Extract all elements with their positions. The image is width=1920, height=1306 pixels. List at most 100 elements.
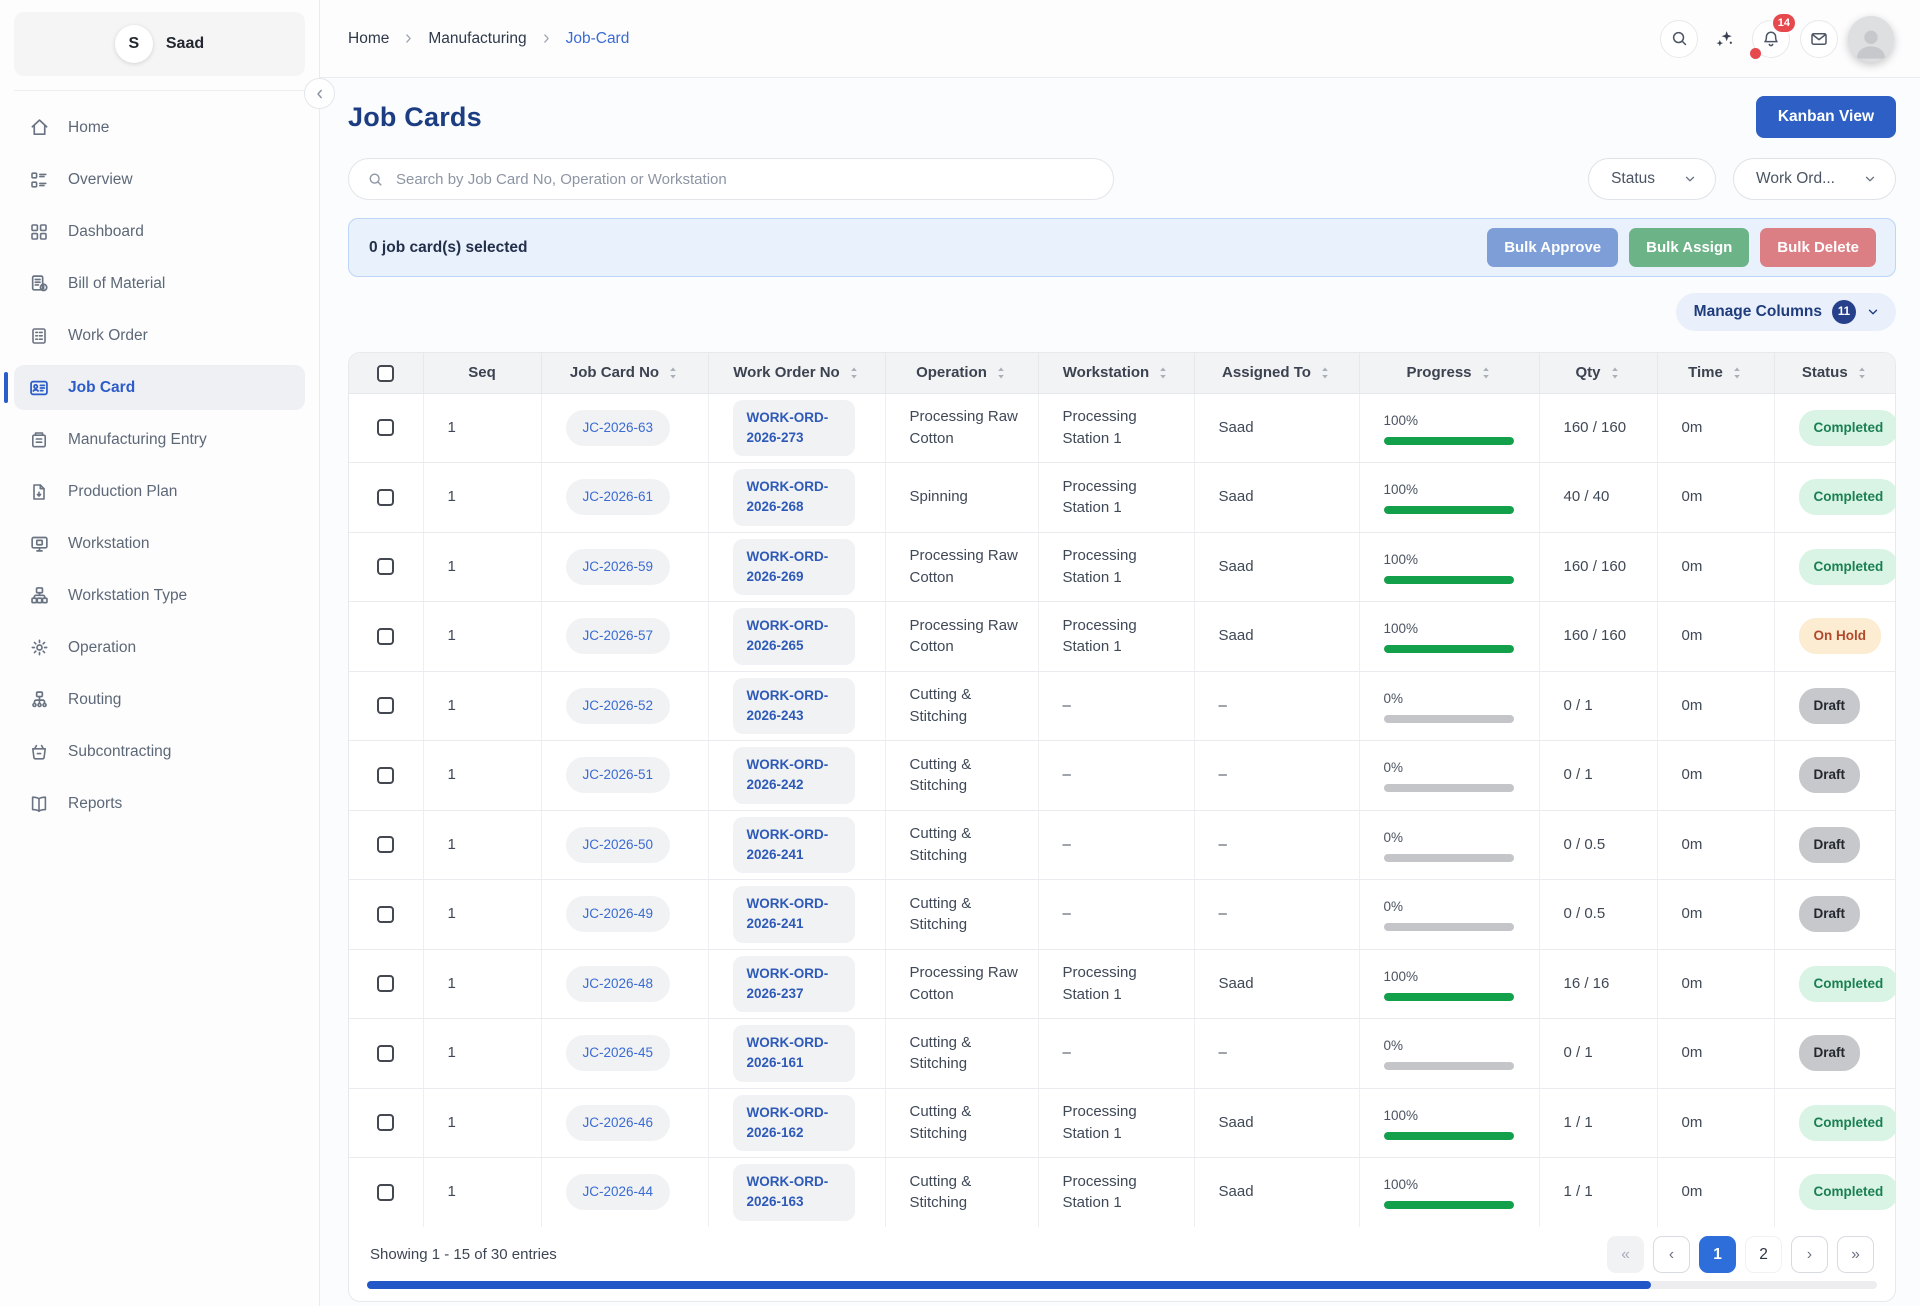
sidebar-item-workstation[interactable]: Workstation: [14, 521, 305, 566]
sidebar-item-manufacturing-entry[interactable]: Manufacturing Entry: [14, 417, 305, 462]
row-checkbox[interactable]: [377, 697, 394, 714]
sparkles-icon[interactable]: [1708, 20, 1742, 58]
breadcrumb-item-manufacturing[interactable]: Manufacturing: [428, 30, 526, 48]
sidebar-item-reports[interactable]: Reports: [14, 781, 305, 826]
user-card[interactable]: S Saad: [14, 12, 305, 76]
cell-qty: 160 / 160: [1539, 532, 1657, 602]
job-card-link[interactable]: JC-2026-52: [566, 688, 671, 724]
column-header-job-card[interactable]: Job Card No: [541, 353, 708, 393]
column-header-time[interactable]: Time: [1657, 353, 1774, 393]
work-order-link[interactable]: WORK-ORD-2026-273: [733, 400, 855, 457]
page-button-1[interactable]: 1: [1699, 1236, 1736, 1273]
bulk-assign-button[interactable]: Bulk Assign: [1629, 228, 1749, 267]
work-order-link[interactable]: WORK-ORD-2026-265: [733, 608, 855, 665]
sidebar-item-home[interactable]: Home: [14, 105, 305, 150]
manage-columns-button[interactable]: Manage Columns 11: [1676, 293, 1896, 331]
bulk-approve-button[interactable]: Bulk Approve: [1487, 228, 1618, 267]
sidebar-item-subcontracting[interactable]: Subcontracting: [14, 729, 305, 774]
sidebar-item-work-order[interactable]: Work Order: [14, 313, 305, 358]
column-header-workstation[interactable]: Workstation: [1038, 353, 1194, 393]
row-checkbox[interactable]: [377, 558, 394, 575]
work-order-filter-dropdown[interactable]: Work Ord...: [1733, 158, 1896, 200]
row-checkbox[interactable]: [377, 767, 394, 784]
status-badge: Draft: [1799, 896, 1861, 932]
work-order-link[interactable]: WORK-ORD-2026-241: [733, 886, 855, 943]
job-card-link[interactable]: JC-2026-44: [566, 1174, 671, 1210]
kanban-view-button[interactable]: Kanban View: [1756, 96, 1896, 138]
breadcrumb-item-home[interactable]: Home: [348, 30, 389, 48]
progress-label: 100%: [1384, 1175, 1527, 1195]
previous-page-button[interactable]: ‹: [1653, 1236, 1690, 1273]
horizontal-scrollbar-thumb[interactable]: [367, 1281, 1651, 1289]
sidebar-item-operation[interactable]: Operation: [14, 625, 305, 670]
sidebar-item-workstation-type[interactable]: Workstation Type: [14, 573, 305, 618]
row-checkbox[interactable]: [377, 906, 394, 923]
job-card-link[interactable]: JC-2026-61: [566, 479, 671, 515]
work-order-link[interactable]: WORK-ORD-2026-241: [733, 817, 855, 874]
column-header-progress[interactable]: Progress: [1359, 353, 1539, 393]
status-filter-label: Status: [1611, 170, 1655, 188]
page-button-2[interactable]: 2: [1745, 1236, 1782, 1273]
column-header-status[interactable]: Status: [1774, 353, 1895, 393]
work-order-link[interactable]: WORK-ORD-2026-269: [733, 539, 855, 596]
sidebar-item-routing[interactable]: Routing: [14, 677, 305, 722]
next-page-button[interactable]: ›: [1791, 1236, 1828, 1273]
row-checkbox[interactable]: [377, 489, 394, 506]
sidebar-item-job-card[interactable]: Job Card: [14, 365, 305, 410]
sidebar-item-overview[interactable]: Overview: [14, 157, 305, 202]
job-card-link[interactable]: JC-2026-50: [566, 827, 671, 863]
horizontal-scrollbar-track[interactable]: [367, 1281, 1877, 1289]
job-card-link[interactable]: JC-2026-48: [566, 966, 671, 1002]
row-checkbox[interactable]: [377, 975, 394, 992]
mail-icon[interactable]: [1800, 20, 1838, 58]
row-checkbox[interactable]: [377, 419, 394, 436]
column-header-qty[interactable]: Qty: [1539, 353, 1657, 393]
row-checkbox[interactable]: [377, 1184, 394, 1201]
progress-bar: [1384, 1062, 1514, 1070]
work-order-link[interactable]: WORK-ORD-2026-237: [733, 956, 855, 1013]
entries-summary: Showing 1 - 15 of 30 entries: [370, 1246, 557, 1263]
job-card-link[interactable]: JC-2026-45: [566, 1035, 671, 1071]
search-icon[interactable]: [1660, 20, 1698, 58]
bulk-delete-button[interactable]: Bulk Delete: [1760, 228, 1876, 267]
sidebar-item-production-plan[interactable]: Production Plan: [14, 469, 305, 514]
sidebar-collapse-button[interactable]: [304, 78, 335, 109]
last-page-button[interactable]: »: [1837, 1236, 1874, 1273]
first-page-button[interactable]: «: [1607, 1236, 1644, 1273]
job-card-link[interactable]: JC-2026-63: [566, 410, 671, 446]
work-order-link[interactable]: WORK-ORD-2026-161: [733, 1025, 855, 1082]
row-checkbox[interactable]: [377, 1114, 394, 1131]
sidebar-item-bill-of-material[interactable]: Bill of Material: [14, 261, 305, 306]
work-order-link[interactable]: WORK-ORD-2026-242: [733, 747, 855, 804]
selected-count-text: 0 job card(s) selected: [369, 239, 528, 257]
row-checkbox[interactable]: [377, 836, 394, 853]
search-input[interactable]: [396, 171, 1095, 188]
cell-qty: 0 / 0.5: [1539, 880, 1657, 950]
job-card-link[interactable]: JC-2026-49: [566, 896, 671, 932]
job-card-link[interactable]: JC-2026-46: [566, 1105, 671, 1141]
cell-job-card: JC-2026-44: [541, 1158, 708, 1228]
profile-avatar[interactable]: [1848, 16, 1894, 62]
work-order-link[interactable]: WORK-ORD-2026-162: [733, 1095, 855, 1152]
sidebar-item-dashboard[interactable]: Dashboard: [14, 209, 305, 254]
row-checkbox[interactable]: [377, 1045, 394, 1062]
cell-qty: 0 / 1: [1539, 671, 1657, 741]
job-card-link[interactable]: JC-2026-59: [566, 549, 671, 585]
column-header-inner: Progress: [1406, 364, 1491, 381]
job-card-link[interactable]: JC-2026-51: [566, 757, 671, 793]
work-order-link[interactable]: WORK-ORD-2026-163: [733, 1164, 855, 1221]
column-header-operation[interactable]: Operation: [885, 353, 1038, 393]
job-card-link[interactable]: JC-2026-57: [566, 618, 671, 654]
column-header-assigned[interactable]: Assigned To: [1194, 353, 1359, 393]
progress-fill: [1384, 645, 1514, 653]
breadcrumb-item-job-card[interactable]: Job-Card: [566, 30, 630, 48]
select-all-checkbox[interactable]: [377, 365, 394, 382]
column-header-work-order[interactable]: Work Order No: [708, 353, 885, 393]
bell-icon[interactable]: 14: [1752, 20, 1790, 58]
column-label: Work Order No: [733, 364, 839, 381]
status-filter-dropdown[interactable]: Status: [1588, 158, 1716, 200]
work-order-link[interactable]: WORK-ORD-2026-243: [733, 678, 855, 735]
row-checkbox[interactable]: [377, 628, 394, 645]
work-order-link[interactable]: WORK-ORD-2026-268: [733, 469, 855, 526]
column-header-select[interactable]: [349, 353, 423, 393]
